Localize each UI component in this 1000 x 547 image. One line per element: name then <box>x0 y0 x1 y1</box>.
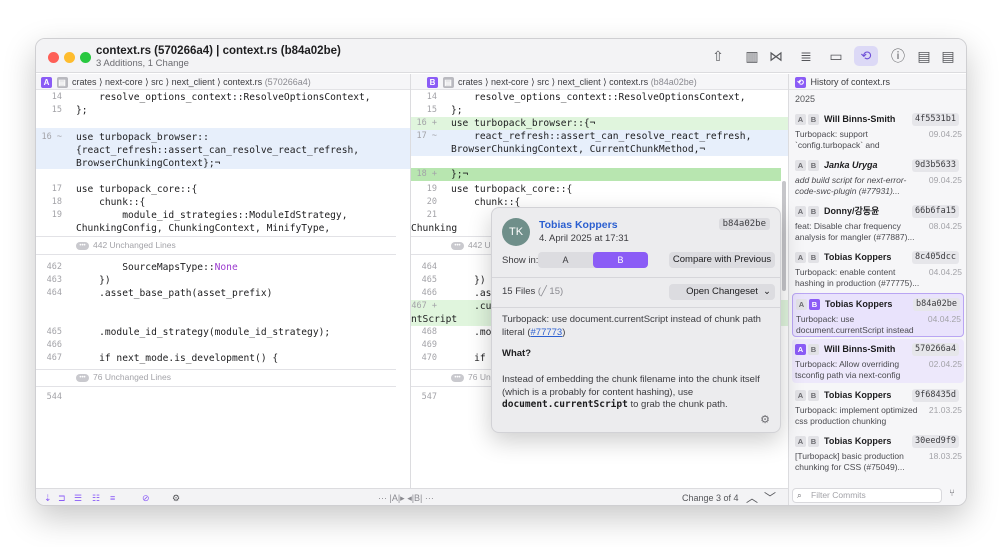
zoom-window-button[interactable] <box>80 52 91 63</box>
commit-item[interactable]: A B Tobias Koppers 30eed9f9 [Turbopack] bas… <box>792 431 964 475</box>
ellipsis-icon: ••• <box>451 241 464 250</box>
annotate-icon[interactable]: ⇣ <box>44 489 52 505</box>
breadcrumb-b: B ▤ crates ⟩ next-core ⟩ src ⟩ next_clie… <box>411 74 788 90</box>
unchanged-lines-fold[interactable]: ••• 442 U <box>451 239 491 252</box>
ellipsis-icon: ••• <box>76 373 89 382</box>
year-heading: 2025 <box>795 94 816 104</box>
revision: (b84a02be) <box>650 77 697 87</box>
commit-item-selected-b[interactable]: A B Tobias Koppers b84a02be Turbopack: use … <box>792 293 964 337</box>
history-icon[interactable]: ⟲ <box>854 46 878 66</box>
commit-message: Turbopack: use document.currentScript in… <box>502 314 761 338</box>
unchanged-lines-fold[interactable]: ••• 76 Un <box>451 371 491 384</box>
left-diff-pane[interactable]: 14 resolve_options_context::ResolveOptio… <box>36 91 410 488</box>
commit-item[interactable]: A B Will Binns-Smith 4f5531b1 Turbopack: su… <box>792 109 964 153</box>
settings-icon[interactable]: ⚙ <box>172 489 180 505</box>
commit-date: 4. April 2025 at 17:31 <box>539 233 629 244</box>
avatar: TK <box>502 218 530 246</box>
list-alt-icon[interactable]: ☷ <box>92 489 100 505</box>
ellipsis-icon: ••• <box>76 241 89 250</box>
commit-info-popover: TK Tobias Koppers 4. April 2025 at 17:31… <box>491 207 781 433</box>
window-subtitle: 3 Additions, 1 Change <box>96 58 189 69</box>
next-change-icon[interactable]: ﹀ <box>764 489 776 505</box>
share-icon[interactable]: ⇧ <box>708 47 728 65</box>
side-by-side-icon[interactable]: ▥ <box>742 47 762 65</box>
info-icon[interactable]: ⓘ <box>888 47 908 65</box>
fold-separator <box>36 369 396 370</box>
side-a-badge: A <box>41 77 52 89</box>
file-icon: ▤ <box>56 77 68 89</box>
list-select-icon[interactable]: ≡ <box>110 489 115 505</box>
history-header: ⟲ History of context.rs <box>789 74 966 90</box>
file-name[interactable]: context.rs <box>223 77 262 87</box>
compare-with-previous-button[interactable]: Compare with Previous <box>669 252 775 268</box>
fold-separator <box>36 254 396 255</box>
commit-item[interactable]: A B Tobias Koppers 9f68435d Turbopack: impl… <box>792 385 964 429</box>
fold-separator <box>36 386 396 387</box>
side-b-badge: B <box>427 77 438 89</box>
ellipsis-icon: ••• <box>451 373 464 382</box>
breadcrumb-path[interactable]: crates ⟩ next-core ⟩ src ⟩ next_client ⟩ <box>72 77 221 87</box>
chevron-down-icon: ⌄ <box>763 286 771 297</box>
scrollbar[interactable] <box>782 181 786 291</box>
filter-icon: ⌕ <box>797 490 802 500</box>
commit-hash[interactable]: b84a02be <box>718 218 770 230</box>
filter-commits-input[interactable]: ⌕ Filter Commits <box>792 488 942 503</box>
file-a-icon[interactable]: ▤ <box>914 47 934 65</box>
gear-icon[interactable]: ⚙ <box>760 413 770 426</box>
close-window-button[interactable] <box>48 52 59 63</box>
change-counter: Change 3 of 4 <box>682 493 739 503</box>
commit-item-selected-a[interactable]: A B Will Binns-Smith 570266a4 Turbopack: Al… <box>792 339 964 383</box>
show-in-segmented-control[interactable]: A B <box>538 252 648 268</box>
commit-item[interactable]: A B Janka Uryga 9d3b5633 add build script f… <box>792 155 964 199</box>
divider <box>492 277 780 278</box>
unified-view-icon[interactable]: ≣ <box>796 47 816 65</box>
search-icon[interactable]: ⊘ <box>142 489 150 505</box>
file-icon: ▤ <box>442 77 454 89</box>
list-icon[interactable]: ☰ <box>74 489 82 505</box>
branch-icon[interactable]: ⑂ <box>949 488 955 499</box>
history-sidebar: ⟲ History of context.rs 2025 A B Will Binn… <box>789 74 966 505</box>
merge-direction-controls[interactable]: ··· |A|▸ ◂|B| ··· <box>378 489 434 505</box>
show-in-a-button[interactable]: A <box>538 252 593 268</box>
divider <box>492 307 780 308</box>
fold-separator <box>36 236 396 237</box>
commit-body: Instead of embedding the chunk filename … <box>502 374 760 410</box>
file-name[interactable]: context.rs <box>609 77 648 87</box>
what-heading: What? <box>502 348 532 359</box>
window-title: context.rs (570266a4) | context.rs (b84a… <box>96 45 341 57</box>
file-b-icon[interactable]: ▤ <box>938 47 958 65</box>
bottom-toolbar: ⇣ ⊐ ☰ ☷ ≡ ⊘ ⚙ ··· |A|▸ ◂|B| ··· Change 3… <box>36 488 788 505</box>
commit-item[interactable]: A B Donny/강동윤 66b6fa15 feat: Disable char f… <box>792 201 964 245</box>
minimize-window-button[interactable] <box>64 52 75 63</box>
app-window: context.rs (570266a4) | context.rs (b84a… <box>35 38 967 506</box>
whitespace-icon[interactable]: ⊐ <box>58 489 66 505</box>
pr-link[interactable]: #77773 <box>531 327 563 338</box>
history-icon: ⟲ <box>795 77 806 89</box>
merge-view-icon[interactable]: ⋈ <box>766 47 786 65</box>
breadcrumb-a: A ▤ crates ⟩ next-core ⟩ src ⟩ next_clie… <box>36 74 410 90</box>
titlebar: context.rs (570266a4) | context.rs (b84a… <box>36 39 966 73</box>
panel-icon[interactable]: ▭ <box>826 47 846 65</box>
revision: (570266a4) <box>264 77 311 87</box>
previous-change-icon[interactable]: ︿ <box>746 489 758 505</box>
breadcrumb-path[interactable]: crates ⟩ next-core ⟩ src ⟩ next_client ⟩ <box>458 77 607 87</box>
unchanged-lines-fold[interactable]: ••• 442 Unchanged Lines <box>76 239 176 252</box>
commit-item[interactable]: A B Tobias Koppers 8c405dcc Turbopack: enab… <box>792 247 964 291</box>
show-in-label: Show in: <box>502 255 539 266</box>
commit-author[interactable]: Tobias Koppers <box>539 219 618 231</box>
show-in-b-button[interactable]: B <box>593 252 648 268</box>
unchanged-lines-fold[interactable]: ••• 76 Unchanged Lines <box>76 371 171 384</box>
open-changeset-button[interactable]: Open Changeset ⌄ <box>669 284 775 300</box>
